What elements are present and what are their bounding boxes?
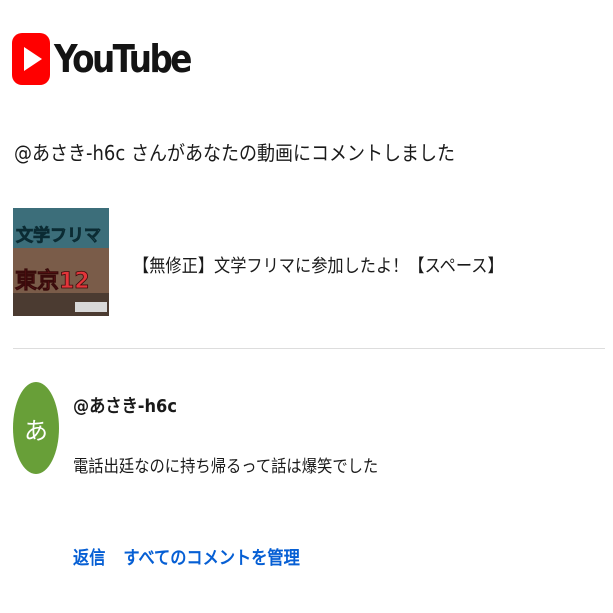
video-thumbnail[interactable]: 文学フリマ 東京12 — [13, 208, 109, 316]
comment-actions: 返信 すべてのコメントを管理 — [73, 544, 300, 570]
brand-name: YouTube — [54, 37, 192, 81]
video-title[interactable]: 【無修正】文学フリマに参加したよ！【スペース】 — [133, 252, 504, 278]
thumbnail-title-text: 文学フリマ — [16, 225, 101, 246]
comment-text: 電話出廷なのに持ち帰るって話は爆笑でした — [73, 457, 379, 477]
avatar-letter: あ — [24, 416, 48, 445]
avatar[interactable]: あ — [13, 382, 59, 474]
youtube-logo[interactable]: YouTube — [12, 33, 212, 85]
youtube-play-icon — [12, 33, 50, 85]
divider — [13, 348, 605, 349]
thumbnail-subtitle-text: 東京12 — [15, 268, 90, 294]
notification-headline: @あさき-h6c さんがあなたの動画にコメントしました — [14, 141, 455, 165]
reply-button[interactable]: 返信 — [73, 544, 105, 570]
manage-comments-link[interactable]: すべてのコメントを管理 — [123, 544, 299, 570]
comment-author[interactable]: @あさき-h6c — [73, 392, 177, 418]
